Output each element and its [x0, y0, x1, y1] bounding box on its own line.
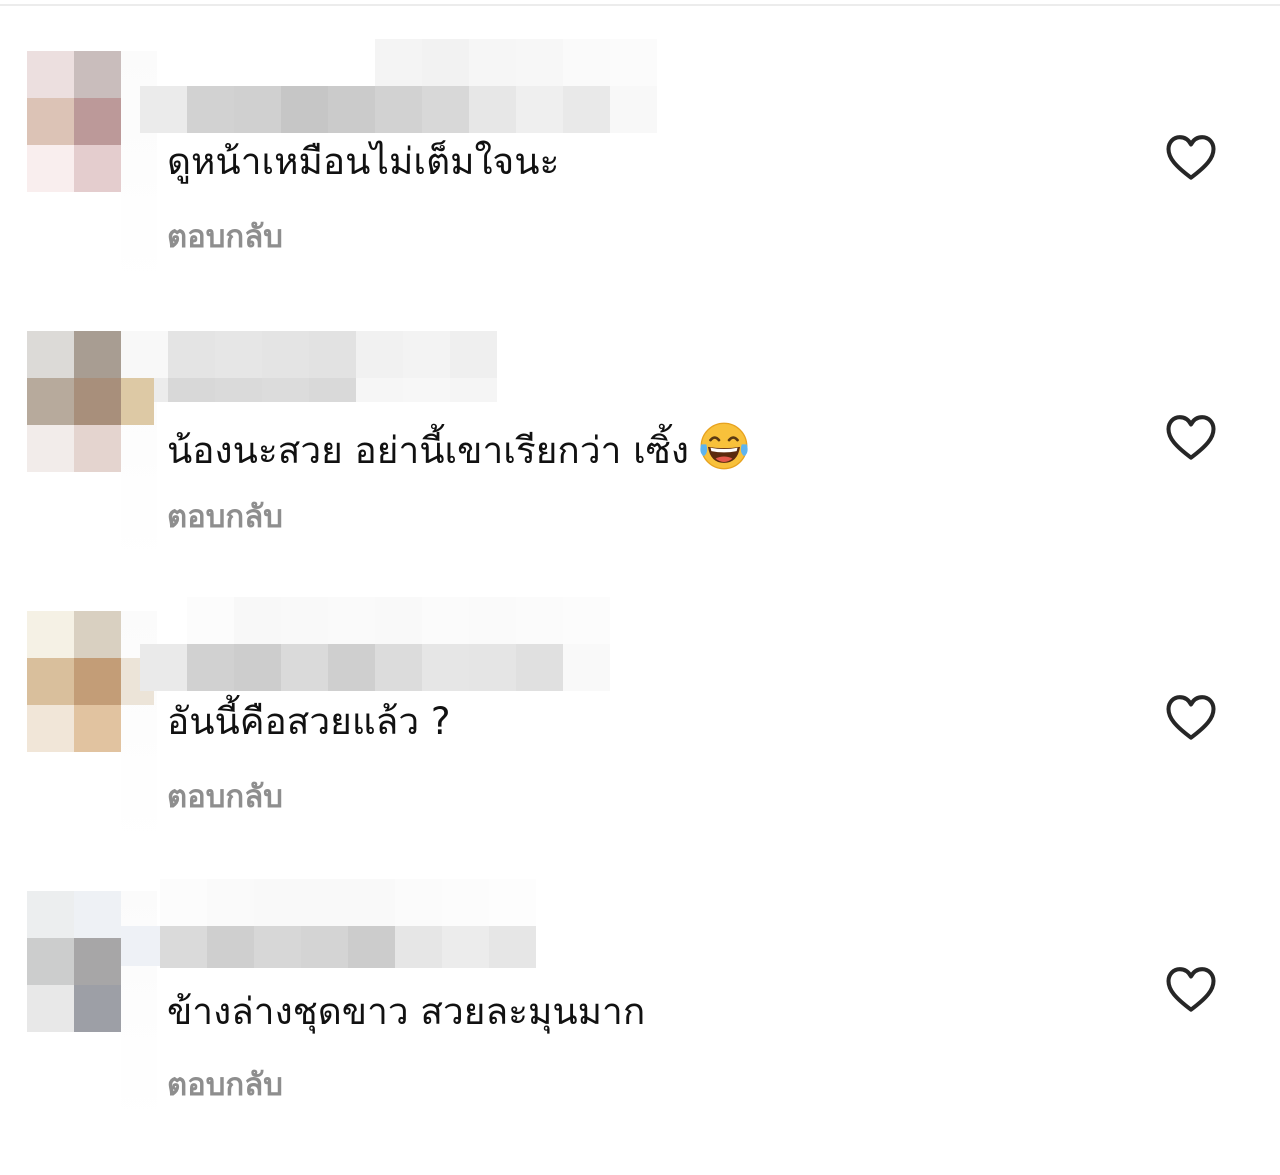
username-blurred[interactable] [121, 331, 497, 425]
face-with-tears-of-joy-icon [700, 422, 748, 470]
avatar[interactable] [27, 51, 121, 192]
comment-item: น้องนะสวย อย่านี้เขาเรียกว่า เซิ้ง ตอบกล… [0, 331, 1280, 615]
top-divider [0, 4, 1280, 6]
heart-outline-icon[interactable] [1164, 411, 1218, 465]
heart-outline-icon[interactable] [1164, 131, 1218, 185]
comment-text-content: น้องนะสวย อย่านี้เขาเรียกว่า เซิ้ง [167, 429, 689, 472]
reply-button[interactable]: ตอบกลับ [167, 777, 283, 817]
reply-button[interactable]: ตอบกลับ [167, 1065, 283, 1105]
heart-outline-icon[interactable] [1164, 691, 1218, 745]
comment-item: ดูหน้าเหมือนไม่เต็มใจนะ ตอบกลับ [0, 39, 1280, 335]
comment-text: ดูหน้าเหมือนไม่เต็มใจนะ [167, 140, 560, 183]
comment-text: ข้างล่างชุดขาว สวยละมุนมาก [167, 990, 646, 1033]
comment-text: อันนี้คือสวยแล้ว ? [167, 700, 451, 743]
username-blurred[interactable] [160, 879, 536, 973]
comment-item: อันนี้คือสวยแล้ว ? ตอบกลับ [0, 597, 1280, 895]
heart-outline-icon[interactable] [1164, 963, 1218, 1017]
reply-button[interactable]: ตอบกลับ [167, 217, 283, 257]
username-blurred[interactable] [140, 597, 610, 691]
blurred-region [121, 926, 161, 966]
reply-button[interactable]: ตอบกลับ [167, 497, 283, 537]
blurred-region [121, 378, 154, 425]
avatar[interactable] [27, 891, 121, 1032]
comment-text: น้องนะสวย อย่านี้เขาเรียกว่า เซิ้ง [167, 419, 751, 474]
comment-item: ข้างล่างชุดขาว สวยละมุนมาก ตอบกลับ [0, 879, 1280, 1175]
username-blurred[interactable] [140, 39, 657, 133]
avatar[interactable] [27, 611, 121, 752]
avatar[interactable] [27, 331, 121, 472]
